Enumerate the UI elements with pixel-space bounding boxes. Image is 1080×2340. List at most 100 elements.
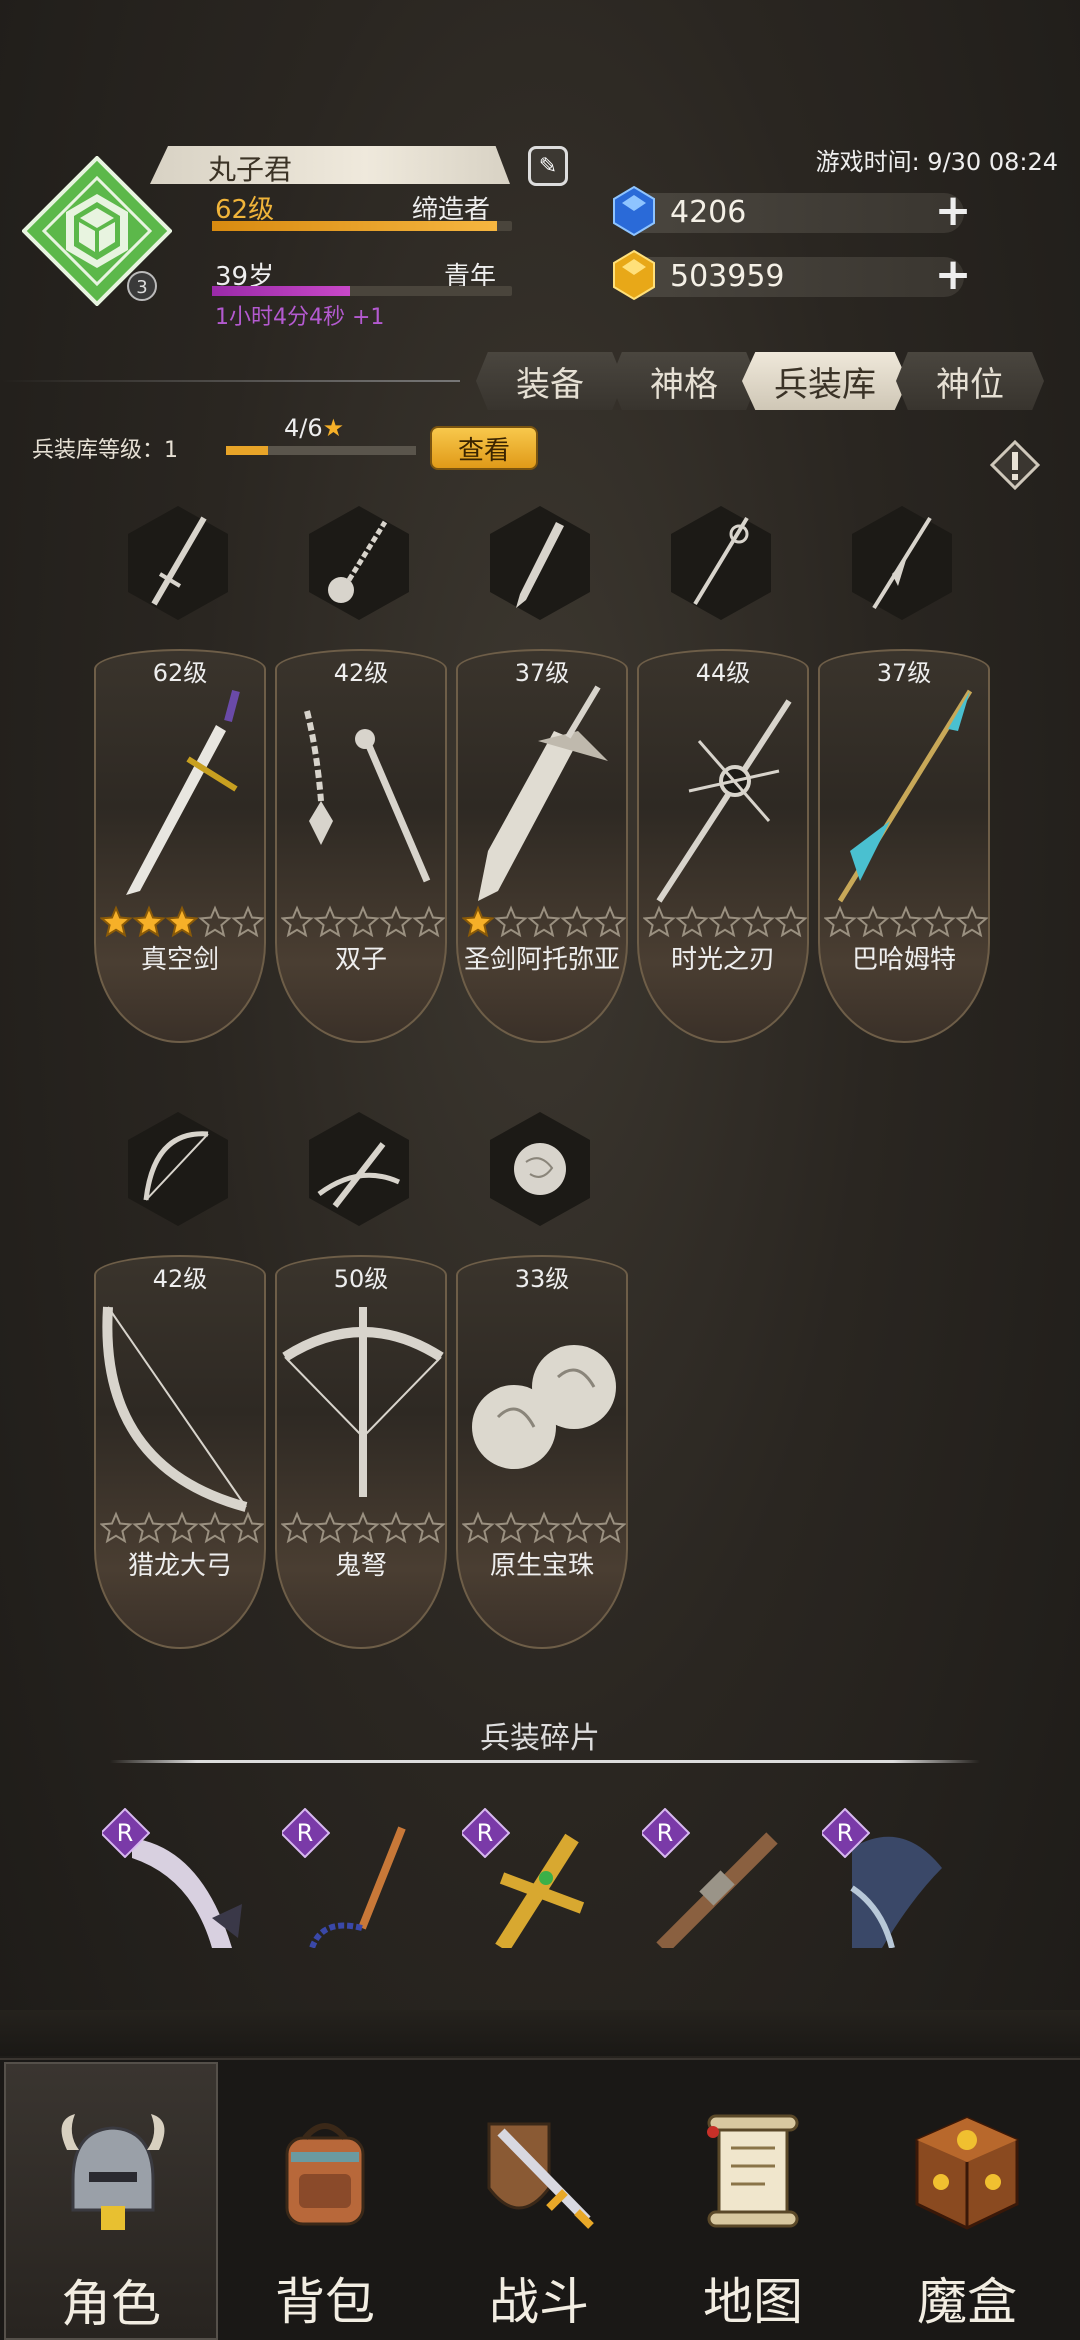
game-time: 游戏时间: 9/30 08:24: [815, 148, 1058, 176]
tab-equipment[interactable]: 装备: [476, 352, 624, 410]
star-empty: [281, 1511, 314, 1544]
dragon-bow-icon: [102, 1306, 248, 1512]
star-empty: [412, 905, 445, 938]
svg-text:R: R: [837, 1819, 854, 1847]
hex-icon-orb[interactable]: [486, 1110, 594, 1228]
hex-icon-flail[interactable]: [305, 504, 413, 622]
scroll-map-icon: [707, 2114, 799, 2228]
add-gold-button[interactable]: +: [930, 253, 976, 299]
star-rating: [281, 905, 445, 938]
rarity-badge: R: [642, 1808, 690, 1858]
origin-orb-icon: [472, 1345, 616, 1469]
shard-item-2[interactable]: R: [282, 1808, 432, 1948]
weapon-card-7[interactable]: 50级 鬼弩: [275, 1255, 447, 1649]
star-empty: [708, 905, 742, 938]
star-empty: [741, 905, 775, 938]
age-timer: 1小时4分4秒 +1: [215, 305, 385, 330]
weapon-card-4[interactable]: 44级 时光之刃: [637, 649, 809, 1043]
weapon-card-5[interactable]: 37级 巴哈姆特: [818, 649, 990, 1043]
hex-icon-bow[interactable]: [124, 1110, 232, 1228]
edit-icon: ✎: [538, 153, 558, 179]
backpack-icon: [285, 2123, 365, 2226]
weapon-card-8[interactable]: 33级 原生宝珠: [456, 1255, 628, 1649]
star-rating: [100, 1511, 264, 1544]
shard-item-3[interactable]: R: [462, 1808, 612, 1948]
star-empty: [346, 905, 380, 938]
twin-flail-icon: [304, 710, 431, 883]
star-empty: [593, 1511, 626, 1544]
nav-label: 魔盒: [917, 2273, 1017, 2331]
weapon-name: 巴哈姆特: [851, 945, 956, 975]
holy-sword-icon: [478, 685, 608, 901]
star-empty: [856, 905, 890, 938]
add-gems-button[interactable]: +: [930, 189, 976, 235]
armory-level-label: 兵装库等级：1: [32, 438, 178, 463]
nav-label: 角色: [61, 2275, 161, 2333]
star-empty: [132, 1511, 166, 1544]
star-empty: [165, 1511, 199, 1544]
age-progress-bar: [212, 286, 512, 296]
tab-armory[interactable]: 兵装库: [742, 352, 908, 410]
armory-progress-bar: [226, 446, 416, 455]
star-filled: [100, 905, 133, 938]
weapon-card-1[interactable]: 62级 真空剑: [94, 649, 266, 1043]
weapon-card-2[interactable]: 42级 双子: [275, 649, 447, 1043]
nav-map[interactable]: 地图: [646, 2062, 860, 2340]
star-filled: [132, 905, 166, 938]
svg-text:R: R: [477, 1819, 494, 1847]
star-empty: [231, 905, 264, 938]
star-rating: [100, 905, 264, 938]
rarity-badge: R: [102, 1808, 150, 1858]
weapon-name: 猎龙大弓: [127, 1551, 232, 1581]
nav-character[interactable]: 角色: [4, 2062, 218, 2340]
name-plate: [150, 146, 510, 184]
edit-name-button[interactable]: ✎: [528, 146, 568, 186]
tab-divinity[interactable]: 神格: [610, 352, 758, 410]
star-empty: [527, 905, 561, 938]
hex-icon-spear[interactable]: [848, 504, 956, 622]
weapon-card-6[interactable]: 42级 猎龙大弓: [94, 1255, 266, 1649]
shard-item-5[interactable]: R: [822, 1808, 972, 1948]
player-name: 丸子君: [208, 153, 293, 186]
star-empty: [560, 905, 594, 938]
svg-text:R: R: [117, 1819, 134, 1847]
star-empty: [100, 1511, 133, 1544]
hex-icon-rapier[interactable]: [667, 504, 775, 622]
weapon-name: 圣剑阿托弥亚: [463, 945, 620, 975]
star-empty: [198, 905, 232, 938]
rank-badge: 3: [136, 277, 147, 298]
star-empty: [313, 1511, 347, 1544]
star-empty: [955, 905, 988, 938]
tab-godhood[interactable]: 神位: [896, 352, 1044, 410]
hex-icon-greatsword[interactable]: [486, 504, 594, 622]
star-icon: ★: [322, 414, 345, 442]
star-empty: [494, 905, 528, 938]
star-empty: [922, 905, 956, 938]
nav-backpack[interactable]: 背包: [218, 2062, 432, 2340]
view-button[interactable]: 查看: [430, 426, 538, 470]
rarity-badge: R: [462, 1808, 510, 1858]
shard-item-4[interactable]: R: [642, 1808, 792, 1948]
star-empty: [643, 905, 676, 938]
star-empty: [346, 1511, 380, 1544]
star-rating: [281, 1511, 445, 1544]
level-progress-bar: [212, 221, 512, 231]
nav-battle[interactable]: 战斗: [432, 2062, 646, 2340]
armory-progress-text: 4/6★: [284, 414, 345, 442]
nav-magic-box[interactable]: 魔盒: [860, 2062, 1074, 2340]
tab-divider: [0, 380, 460, 382]
hex-icon-crossbow[interactable]: [305, 1110, 413, 1228]
weapon-name: 鬼弩: [334, 1551, 387, 1581]
player-emblem[interactable]: 3: [22, 156, 172, 306]
nav-label: 战斗: [489, 2273, 589, 2331]
hex-icon-sword[interactable]: [124, 504, 232, 622]
star-empty: [494, 1511, 528, 1544]
info-warning-icon[interactable]: [990, 440, 1040, 490]
star-empty: [560, 1511, 594, 1544]
star-empty: [774, 905, 807, 938]
shard-item-1[interactable]: R: [102, 1808, 252, 1948]
star-rating: [643, 905, 807, 938]
ghost-crossbow-icon: [282, 1307, 444, 1497]
weapon-card-3[interactable]: 37级 圣剑阿托弥亚: [456, 649, 628, 1043]
gold-resource: 503959 +: [613, 249, 971, 301]
